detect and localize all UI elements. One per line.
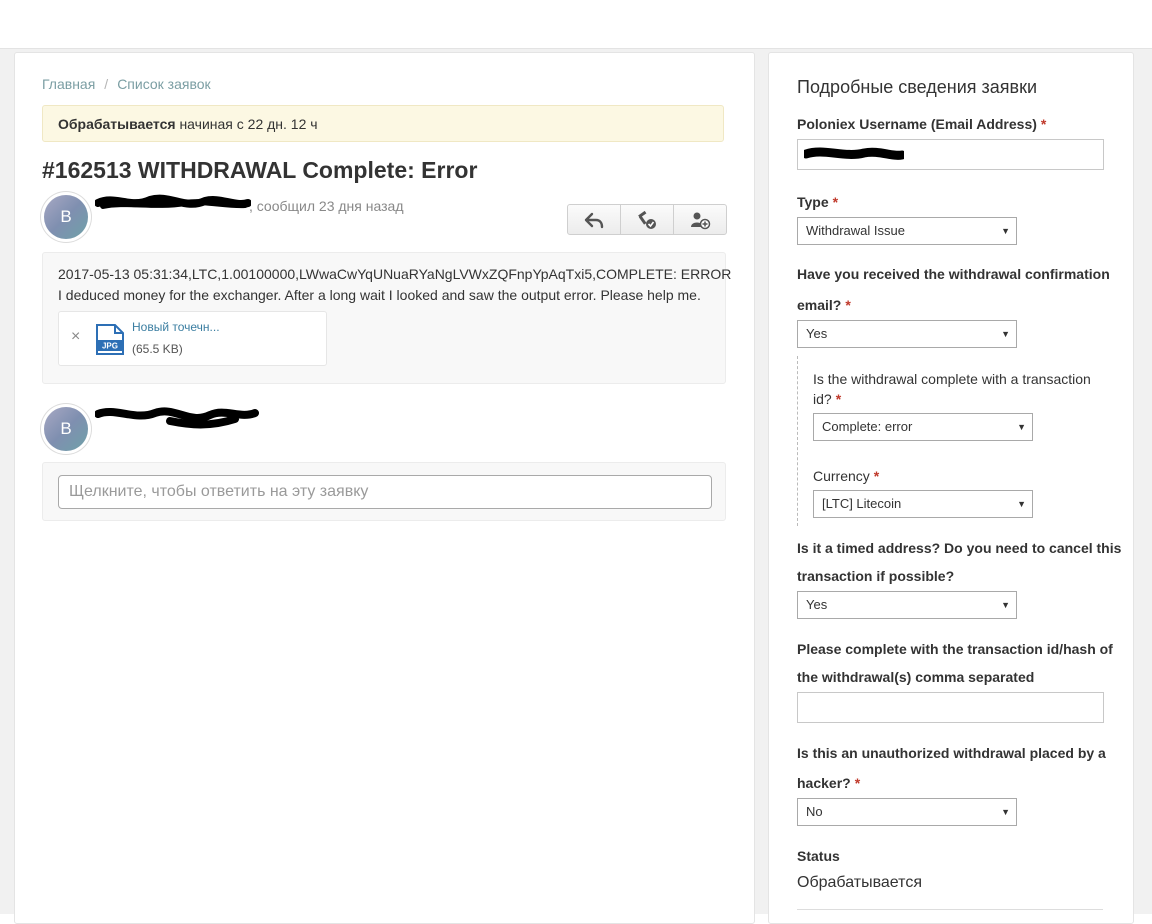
timed-address-label-line1: Is it a timed address? Do you need to ca… [797,540,1122,556]
ticket-details-panel: Подробные сведения заявки Poloniex Usern… [768,52,1134,924]
breadcrumb: Главная / Список заявок [42,76,211,92]
chevron-down-icon: ▼ [1001,226,1010,236]
timed-address-label-line2: transaction if possible? [797,568,955,584]
reply-input[interactable] [58,475,712,509]
remove-attachment-button[interactable]: × [71,328,80,346]
ticket-panel: Главная / Список заявок Обрабатывается нач… [14,52,755,924]
attachment-size: (65.5 KB) [132,342,183,356]
divider [797,909,1103,910]
username-field[interactable] [797,139,1104,170]
ticket-title: #162513 WITHDRAWAL Complete: Error [42,157,478,183]
resolve-icon [638,210,656,229]
unauthorized-label-line2: hacker? * [797,775,861,791]
status-banner-status: Обрабатывается [58,116,176,132]
required-mark: * [835,391,842,407]
message-body: 2017-05-13 05:31:34,LTC,1.00100000,LWwaC… [42,252,731,384]
chevron-down-icon: ▼ [1001,807,1010,817]
status-banner: Обрабатывается начиная с 22 дн. 12 ч [42,105,724,142]
add-user-icon [691,212,711,229]
confirmation-label-line1: Have you received the withdrawal confirm… [797,266,1110,282]
details-title: Подробные сведения заявки [797,77,1038,97]
txid-label-line2: id? * [813,391,842,407]
type-label: Type * [797,194,839,210]
status-value: Обрабатывается [797,874,922,891]
reply-author-avatar: B [44,407,88,451]
unauthorized-label-line1: Is this an unauthorized withdrawal place… [797,745,1106,761]
chevron-down-icon: ▼ [1001,329,1010,339]
required-mark: * [854,775,861,791]
message-line: 2017-05-13 05:31:34,LTC,1.00100000,LWwaC… [58,266,732,282]
jpg-icon-label: JPG [102,342,118,351]
confirmation-label-line2: email? * [797,297,851,313]
breadcrumb-home-link[interactable]: Главная [42,76,95,92]
reply-icon [584,212,604,228]
required-mark: * [845,297,851,313]
type-select[interactable]: Withdrawal Issue ▼ [797,217,1017,245]
chevron-down-icon: ▼ [1017,499,1026,509]
username-label: Poloniex Username (Email Address) * [797,116,1047,132]
currency-label: Currency * [813,468,880,484]
breadcrumb-separator: / [104,76,109,92]
reported-time: , сообщил 23 дня назад [249,198,404,214]
add-collaborator-button[interactable] [674,205,726,234]
chevron-down-icon: ▼ [1001,600,1010,610]
required-mark: * [832,194,839,210]
author-avatar: B [44,195,88,239]
confirmation-select[interactable]: Yes ▼ [797,320,1017,348]
jpg-file-icon: JPG [96,324,124,355]
attachment: × JPG Новый точечн... (65.5 KB) [58,311,327,366]
redacted-author-name [95,194,251,209]
required-mark: * [1040,116,1047,132]
hash-label-line2: the withdrawal(s) comma separated [797,669,1035,685]
subfields-divider [797,356,800,526]
status-label: Status [797,848,840,864]
attachment-name-link[interactable]: Новый точечн... [132,320,220,334]
reply-area [42,462,726,521]
resolve-button[interactable] [621,205,674,234]
required-mark: * [873,468,880,484]
txid-select[interactable]: Complete: error ▼ [813,413,1033,441]
redacted-username [804,147,904,160]
status-banner-since: начиная с 22 дн. 12 ч [179,116,318,132]
hash-label-line1: Please complete with the transaction id/… [797,641,1113,657]
timed-address-select[interactable]: Yes ▼ [797,591,1017,619]
hash-input[interactable] [797,692,1104,723]
currency-select[interactable]: [LTC] Litecoin ▼ [813,490,1033,518]
reply-button[interactable] [568,205,621,234]
redacted-reply-author-name [95,407,259,429]
txid-label-line1: Is the withdrawal complete with a transa… [813,371,1091,387]
message-line: I deduced money for the exchanger. After… [58,287,701,303]
unauthorized-select[interactable]: No ▼ [797,798,1017,826]
ticket-actions-toolbar [567,204,727,235]
chevron-down-icon: ▼ [1017,422,1026,432]
breadcrumb-ticket-list-link[interactable]: Список заявок [117,76,210,92]
